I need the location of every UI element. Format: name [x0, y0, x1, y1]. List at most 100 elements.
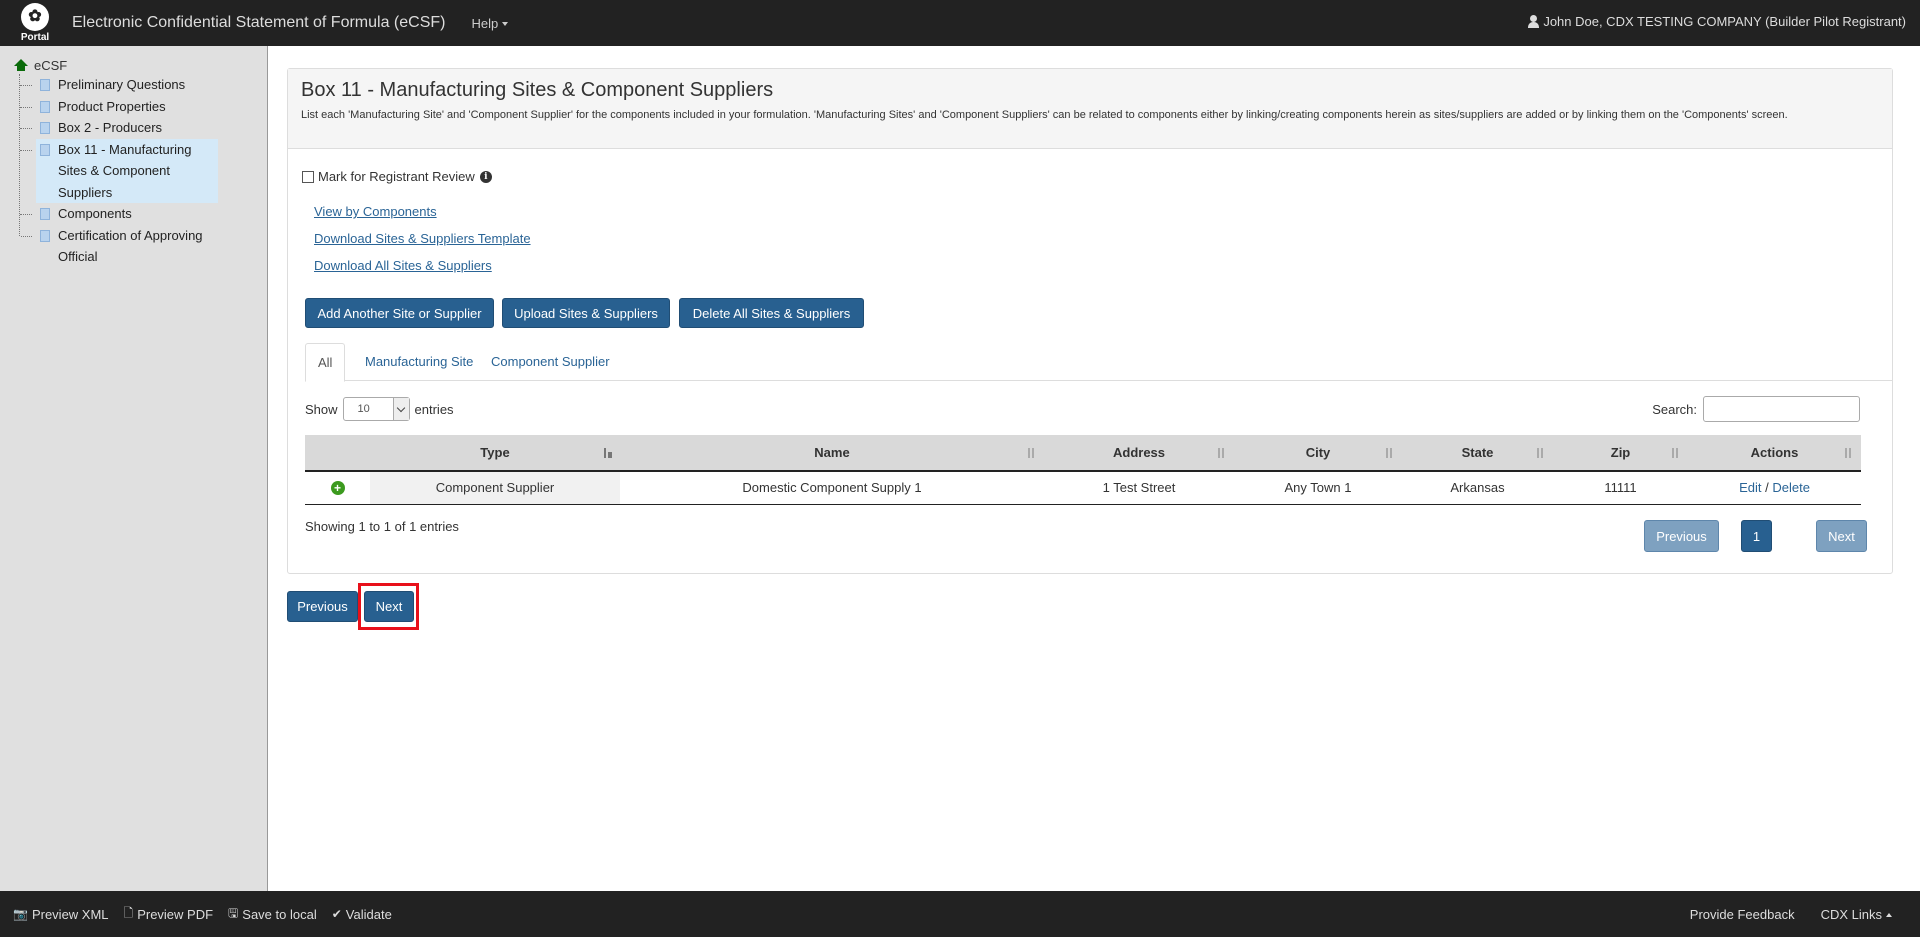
- type-tabs: All Manufacturing Site Component Supplie…: [305, 343, 1893, 382]
- file-icon: [40, 208, 50, 220]
- sidebar-item-label: Box 11 - Manufacturing Sites & Component…: [58, 141, 192, 200]
- column-header-zip[interactable]: Zip: [1553, 435, 1688, 472]
- pagination-previous-button[interactable]: Previous: [1644, 520, 1719, 552]
- sidebar-item-label: Preliminary Questions: [58, 77, 186, 92]
- cdx-links-menu[interactable]: CDX Links: [1821, 907, 1892, 922]
- sidebar-item-product-properties[interactable]: Product Properties: [20, 96, 218, 118]
- column-header-actions[interactable]: Actions: [1688, 435, 1861, 472]
- registrant-review-label[interactable]: Mark for Registrant Review: [318, 169, 475, 184]
- table-search: Search:: [1652, 396, 1860, 422]
- registrant-review-checkbox[interactable]: [302, 170, 314, 183]
- state-cell: Arkansas: [1402, 471, 1553, 505]
- address-cell: 1 Test Street: [1044, 471, 1234, 505]
- sidebar-item-label: Box 2 - Producers: [58, 120, 163, 135]
- cdx-links-label: CDX Links: [1820, 906, 1882, 922]
- user-icon: [1527, 15, 1540, 28]
- sidebar-item-certification[interactable]: Certification of Approving Official: [19, 225, 218, 286]
- search-label: Search:: [1652, 401, 1697, 417]
- entries-length: Show 10 entries: [305, 397, 454, 421]
- page-title: Box 11 - Manufacturing Sites & Component…: [301, 79, 774, 101]
- help-label: Help: [471, 15, 499, 31]
- tab-all[interactable]: All: [305, 343, 346, 382]
- delete-link[interactable]: Delete: [1772, 480, 1810, 495]
- sidebar-item-label: Product Properties: [58, 98, 166, 114]
- user-label: John Doe, CDX TESTING COMPANY (Builder P…: [1543, 14, 1906, 29]
- pagination-page-1[interactable]: 1: [1741, 520, 1772, 552]
- sort-icon: [1384, 448, 1394, 460]
- table-row: + Component Supplier Domestic Component …: [305, 471, 1861, 505]
- file-icon: 🗋: [123, 905, 134, 920]
- preview-pdf-label: Preview PDF: [137, 906, 214, 922]
- tab-component-supplier[interactable]: Component Supplier: [479, 343, 622, 381]
- check-icon: ✔: [331, 907, 342, 921]
- upload-sites-suppliers-button[interactable]: Upload Sites & Suppliers: [502, 298, 670, 328]
- sidebar-item-label: Certification of Approving Official: [58, 227, 203, 265]
- search-input[interactable]: [1703, 396, 1860, 422]
- column-header-name[interactable]: Name: [620, 435, 1044, 472]
- preview-xml-button[interactable]: 📷 Preview XML: [13, 907, 109, 922]
- info-icon[interactable]: i: [479, 170, 492, 183]
- type-cell: Component Supplier: [370, 471, 620, 505]
- file-icon: [40, 229, 50, 242]
- pagination-next-button[interactable]: Next: [1816, 520, 1867, 552]
- column-header-type[interactable]: Type: [370, 435, 620, 472]
- panel-heading: Box 11 - Manufacturing Sites & Component…: [288, 69, 1892, 149]
- registrant-review-row: Mark for Registrant Review i: [302, 169, 492, 184]
- column-header-address[interactable]: Address: [1044, 435, 1234, 472]
- portal-logo[interactable]: ✿ Portal: [0, 0, 70, 46]
- sort-icon: [1535, 448, 1545, 460]
- file-icon: [40, 100, 50, 113]
- delete-all-sites-suppliers-button[interactable]: Delete All Sites & Suppliers: [679, 298, 864, 328]
- file-icon: [40, 143, 50, 156]
- sort-icon: [1026, 448, 1036, 460]
- tree-root[interactable]: eCSF: [14, 56, 218, 74]
- actions-separator: /: [1765, 480, 1769, 496]
- download-template-link[interactable]: Download Sites & Suppliers Template: [314, 231, 531, 246]
- preview-pdf-button[interactable]: 🗋 Preview PDF: [124, 904, 214, 925]
- user-menu[interactable]: John Doe, CDX TESTING COMPANY (Builder P…: [1527, 14, 1906, 29]
- download-all-link[interactable]: Download All Sites & Suppliers: [314, 258, 492, 273]
- provide-feedback-link[interactable]: Provide Feedback: [1690, 907, 1795, 922]
- tab-manufacturing-site[interactable]: Manufacturing Site: [353, 343, 485, 381]
- view-by-components-link[interactable]: View by Components: [314, 204, 437, 219]
- save-local-button[interactable]: 🖫 Save to local: [228, 904, 317, 925]
- caret-up-icon: [1886, 913, 1892, 918]
- tree-items: Preliminary Questions Product Properties…: [19, 74, 218, 286]
- column-header-state[interactable]: State: [1402, 435, 1553, 472]
- add-site-supplier-button[interactable]: Add Another Site or Supplier: [305, 298, 494, 328]
- table-header-row: Type Name Address City State Zip Actions: [305, 435, 1861, 472]
- table-info: Showing 1 to 1 of 1 entries: [305, 519, 459, 534]
- help-menu[interactable]: Help: [471, 15, 509, 31]
- main-content: Box 11 - Manufacturing Sites & Component…: [269, 46, 1920, 891]
- app-title: Electronic Confidential Statement of For…: [72, 14, 446, 31]
- validate-label: Validate: [345, 906, 392, 922]
- actions-cell: Edit / Delete: [1688, 471, 1861, 505]
- sort-icon: [1843, 448, 1853, 460]
- highlight-box: [358, 583, 419, 630]
- sidebar-item-box11-sites-suppliers[interactable]: Box 11 - Manufacturing Sites & Component…: [20, 138, 218, 203]
- entries-select-value: 10: [357, 403, 370, 415]
- show-label: Show: [305, 401, 338, 417]
- sidebar: eCSF Preliminary Questions Product Prope…: [0, 46, 268, 891]
- chevron-down-icon: [396, 403, 406, 412]
- entries-select[interactable]: 10: [342, 397, 410, 421]
- expand-cell: +: [305, 471, 370, 505]
- sidebar-item-components[interactable]: Components: [20, 203, 218, 225]
- entries-label: entries: [414, 401, 454, 417]
- validate-button[interactable]: ✔ Validate: [332, 907, 392, 922]
- portal-logo-text: Portal: [20, 32, 50, 43]
- sidebar-item-box2-producers[interactable]: Box 2 - Producers: [20, 117, 218, 139]
- city-cell: Any Town 1: [1234, 471, 1402, 505]
- portal-logo-icon: ✿: [21, 3, 49, 31]
- edit-link[interactable]: Edit: [1739, 480, 1761, 495]
- column-header-city[interactable]: City: [1234, 435, 1402, 472]
- select-arrow: [392, 398, 409, 420]
- page-description: List each 'Manufacturing Site' and 'Comp…: [301, 109, 1788, 121]
- previous-step-button[interactable]: Previous: [287, 591, 358, 622]
- column-header-expand: [305, 435, 370, 472]
- name-cell: Domestic Component Supply 1: [620, 471, 1044, 505]
- expand-plus-icon[interactable]: +: [330, 481, 345, 496]
- top-navbar: ✿ Portal Electronic Confidential Stateme…: [0, 0, 1920, 46]
- camera-icon: 📷: [13, 907, 28, 921]
- sidebar-item-preliminary-questions[interactable]: Preliminary Questions: [20, 74, 218, 96]
